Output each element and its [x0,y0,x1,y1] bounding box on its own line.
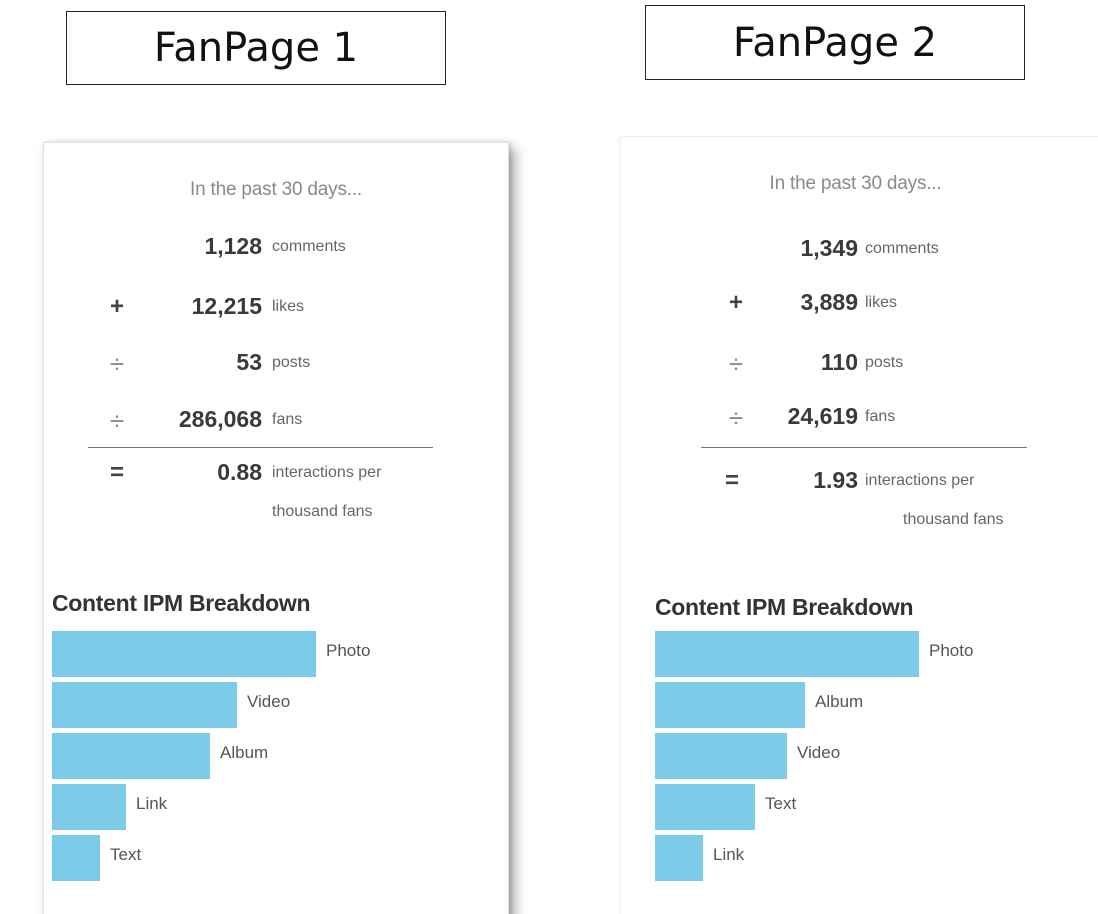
bar-row-text: Text [52,835,406,882]
bar-label-video: Video [247,692,291,711]
metric-value: 12,215 [191,293,262,319]
plus-operator: + [728,289,743,316]
bar-row-link: Link [655,835,1009,882]
divide-operator: ÷ [728,403,744,433]
bar-video [655,733,787,779]
bar-photo [52,631,316,677]
bar-album [52,733,210,779]
bar-album [655,682,805,728]
metric-result: = 1.93 interactions per thousand fans [621,467,1098,528]
result-label: interactions per [272,464,382,481]
metric-fans: ÷ 286,068 fans [44,406,508,436]
bar-link [655,835,703,881]
metric-label: likes [272,298,305,315]
metric-value: 1,128 [204,233,262,259]
bar-row-video: Video [52,682,406,729]
breakdown-title: Content IPM Breakdown [655,594,914,620]
bar-row-album: Album [655,682,1009,729]
divide-operator: ÷ [728,349,744,379]
metric-value: 24,619 [787,403,858,429]
bar-row-link: Link [52,784,406,831]
equals-operator: = [109,459,124,486]
bar-label-photo: Photo [929,641,974,660]
period-label: In the past 30 days... [190,179,362,200]
metric-label: fans [865,408,896,425]
result-value: 1.93 [813,467,858,493]
metric-value: 286,068 [178,406,262,432]
metric-fans: ÷ 24,619 fans [621,403,1098,433]
metric-value: 3,889 [800,289,858,315]
fanpage-2-title: FanPage 2 [645,5,1025,80]
equals-operator: = [724,467,739,494]
bar-label-album: Album [815,692,864,711]
plus-operator: + [109,293,124,320]
sum-divider [88,447,433,448]
metric-value: 110 [820,349,858,375]
bar-row-text: Text [655,784,1009,831]
bar-video [52,682,237,728]
metric-label: fans [272,411,303,428]
bar-label-album: Album [220,743,269,762]
bar-row-album: Album [52,733,406,780]
comparison-stage: FanPage 1 FanPage 2 In the past 30 days.… [0,0,1098,914]
bar-row-video: Video [655,733,1009,780]
fanpage-2-card: In the past 30 days... 1,349 comments + … [620,136,1098,914]
bar-label-text: Text [110,845,142,864]
metric-comments: 1,349 comments [621,235,1098,265]
metric-value: 53 [236,349,262,375]
sum-divider [701,447,1027,448]
metric-label: likes [865,294,898,311]
result-value: 0.88 [217,459,262,485]
bar-label-text: Text [765,794,797,813]
bar-link [52,784,126,830]
bar-label-link: Link [713,845,745,864]
period-label: In the past 30 days... [769,173,942,194]
divide-operator: ÷ [109,349,125,379]
metric-likes: + 3,889 likes [621,289,1098,319]
metric-posts: ÷ 53 posts [44,349,508,379]
bar-text [655,784,755,830]
bar-label-link: Link [136,794,168,813]
metric-likes: + 12,215 likes [44,293,508,323]
fanpage-1-card: In the past 30 days... 1,128 comments + … [43,142,509,914]
bar-photo [655,631,919,677]
bar-row-photo: Photo [52,631,406,678]
metric-label: comments [272,238,346,255]
metric-label: posts [865,354,904,371]
result-label: interactions per [865,472,975,489]
bar-text [52,835,100,881]
metric-label: posts [272,354,311,371]
metric-posts: ÷ 110 posts [621,349,1098,379]
metric-value: 1,349 [800,235,858,261]
bar-row-photo: Photo [655,631,1009,678]
bar-label-photo: Photo [326,641,371,660]
result-label-line2: thousand fans [272,503,373,520]
breakdown-title: Content IPM Breakdown [52,590,311,616]
divide-operator: ÷ [109,406,125,436]
metric-comments: 1,128 comments [44,233,508,263]
result-label-line2: thousand fans [903,511,1004,528]
metric-label: comments [865,240,939,257]
metric-result: = 0.88 interactions per thousand fans [44,459,508,520]
bar-label-video: Video [797,743,841,762]
fanpage-1-title: FanPage 1 [66,11,446,85]
